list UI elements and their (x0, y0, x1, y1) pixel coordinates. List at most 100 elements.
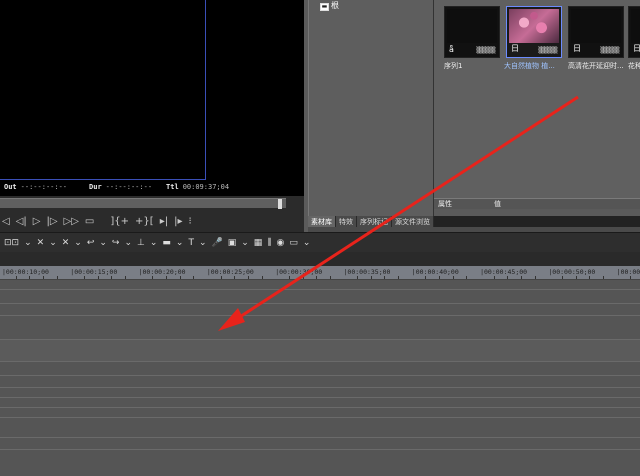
track-row[interactable] (0, 398, 640, 408)
timeline-ruler[interactable]: |00:00:10;00 |00:00:15;00 |00:00:20;00 |00:… (0, 266, 640, 280)
track-row[interactable] (0, 408, 640, 418)
step-back-icon[interactable]: ◁| (16, 216, 27, 227)
track-row[interactable] (0, 290, 640, 304)
grid-icon[interactable]: ▦ (254, 238, 263, 248)
clip-thumbnail[interactable]: ǟ ▒▒▒▒▒▒ (444, 6, 500, 58)
ruler-tick (630, 276, 632, 279)
clip-label[interactable]: 花种 (628, 61, 640, 71)
track-row[interactable] (0, 304, 640, 316)
scrubber-thumb[interactable] (278, 199, 282, 209)
fast-forward-icon[interactable]: ▷▷ (64, 216, 79, 227)
effect-icon[interactable]: ▣ (228, 238, 237, 248)
dropdown-icon[interactable]: ⌄ (99, 238, 107, 248)
tab-sequence-markers[interactable]: 序列标记 (357, 216, 392, 227)
ruler-tick (425, 276, 427, 279)
tab-effects[interactable]: 特效 (336, 216, 357, 227)
duration-timecode: --:--:--:-- (105, 183, 153, 191)
ruler-tick-label: |00:00:10;00 (2, 268, 49, 276)
clip-label[interactable]: 高清花开延迎时... (568, 61, 628, 71)
ruler-tick-label: |00:00:45;00 (480, 268, 528, 276)
ruler-tick (384, 276, 386, 279)
ruler-tick (439, 276, 441, 279)
ruler-tick-label: |00:00:30;00 (275, 268, 323, 276)
microphone-icon[interactable]: 🎤 (212, 238, 223, 248)
mark-in-icon[interactable]: ]{+ (110, 216, 129, 227)
property-column-header[interactable]: 属性 (434, 199, 490, 209)
clip-icon[interactable]: ▬ (162, 238, 171, 248)
mixer-icon[interactable]: ⫼ (267, 238, 271, 248)
track-row[interactable] (0, 418, 640, 438)
safe-frame-border (0, 0, 206, 180)
value-column-header[interactable]: 值 (490, 199, 501, 209)
ruler-tick (152, 276, 154, 279)
player-panel: Out --:--:--:-- Dur --:--:--:-- Ttl 00:0… (0, 0, 304, 232)
timeline-toolbar: ⊡⊡ ⌄ ✕ ⌄ ✕ ⌄ ↩ ⌄ ↪ ⌄ ⊥ ⌄ ▬ ⌄ T ⌄ 🎤 ▣ ⌄ ▦… (0, 232, 640, 252)
ruler-tick (521, 276, 523, 279)
video-monitor[interactable] (0, 0, 304, 196)
dropdown-icon[interactable]: ⌄ (24, 238, 32, 248)
step-forward-icon[interactable]: |▷ (46, 216, 57, 227)
set-out-icon[interactable]: |▸ (174, 216, 182, 227)
clip-preview (571, 9, 621, 43)
dropdown-icon[interactable]: ⌄ (303, 238, 311, 248)
track-row[interactable] (0, 450, 640, 476)
ruler-tick (220, 276, 222, 279)
track-row[interactable] (0, 362, 640, 376)
ruler-tick-label: |00:00:15;00 (70, 268, 118, 276)
ruler-tick (329, 276, 331, 279)
delete-icon[interactable]: ✕ (62, 238, 70, 248)
track-row[interactable] (0, 340, 640, 362)
ruler-tick (288, 276, 290, 279)
mode-icon[interactable]: ⊡⊡ (4, 238, 19, 248)
output-icon[interactable]: ▭ (85, 216, 94, 227)
player-scrubber[interactable] (0, 198, 286, 208)
track-row[interactable] (0, 438, 640, 450)
ruler-tick-label: |00:00:20;00 (138, 268, 186, 276)
display-icon[interactable]: ▭ (289, 238, 298, 248)
track-row[interactable] (0, 316, 640, 340)
rewind-icon[interactable]: ◁ (2, 216, 10, 227)
ruler-tick (466, 276, 468, 279)
clip-label-selected[interactable]: 大自然植物 植... (504, 61, 564, 71)
play-icon[interactable]: ▷ (33, 216, 41, 227)
dropdown-icon[interactable]: ⌄ (150, 238, 158, 248)
ruler-tick (507, 276, 509, 279)
ruler-tick (534, 276, 536, 279)
timeline-tracks[interactable] (0, 280, 640, 476)
clip-pattern: ▒▒▒▒▒▒ (600, 47, 619, 54)
ruler-tick (179, 276, 181, 279)
dropdown-icon[interactable]: ⌄ (199, 238, 207, 248)
mark-out-icon[interactable]: +}[ (135, 216, 154, 227)
title-icon[interactable]: T (188, 238, 194, 248)
flower-preview (509, 9, 559, 43)
ruler-tick-label: |00:00:55; (616, 268, 640, 276)
clip-label[interactable]: 序列1 (444, 61, 504, 71)
clip-thumbnail-selected[interactable]: 日 ▒▒▒▒▒▒ (506, 6, 562, 58)
tab-source-browser[interactable]: 源文件浏览 (392, 216, 434, 227)
dropdown-icon[interactable]: ⌄ (124, 238, 132, 248)
track-row[interactable] (0, 280, 640, 290)
cut-icon[interactable]: ✕ (37, 238, 45, 248)
tree-root-item[interactable]: ▬ 根 (320, 0, 339, 11)
clip-pattern: ▒▒▒▒▒▒ (476, 47, 495, 54)
set-in-icon[interactable]: ▸| (160, 216, 168, 227)
clip-thumbnail[interactable]: 日 ▒▒▒▒▒▒ (568, 6, 624, 58)
dropdown-icon[interactable]: ⌄ (74, 238, 82, 248)
track-row[interactable] (0, 388, 640, 398)
record-icon[interactable]: ◉ (276, 238, 284, 248)
undo-icon[interactable]: ↩ (87, 238, 95, 248)
ruler-tick (589, 276, 591, 279)
dropdown-icon[interactable]: ⌄ (241, 238, 249, 248)
ruler-tick (15, 276, 17, 279)
dropdown-icon[interactable]: ⌄ (176, 238, 184, 248)
dropdown-icon[interactable]: ⌄ (49, 238, 57, 248)
ruler-tick (56, 276, 58, 279)
marker-icon[interactable]: ⊥ (137, 238, 145, 248)
ruler-tick (124, 276, 126, 279)
redo-icon[interactable]: ↪ (112, 238, 120, 248)
tab-library[interactable]: 素材库 (308, 216, 336, 227)
clip-thumbnail[interactable]: 日 (628, 6, 640, 58)
track-row[interactable] (0, 376, 640, 388)
more-icon[interactable]: ⁝ (188, 216, 191, 227)
ruler-tick (29, 276, 31, 279)
